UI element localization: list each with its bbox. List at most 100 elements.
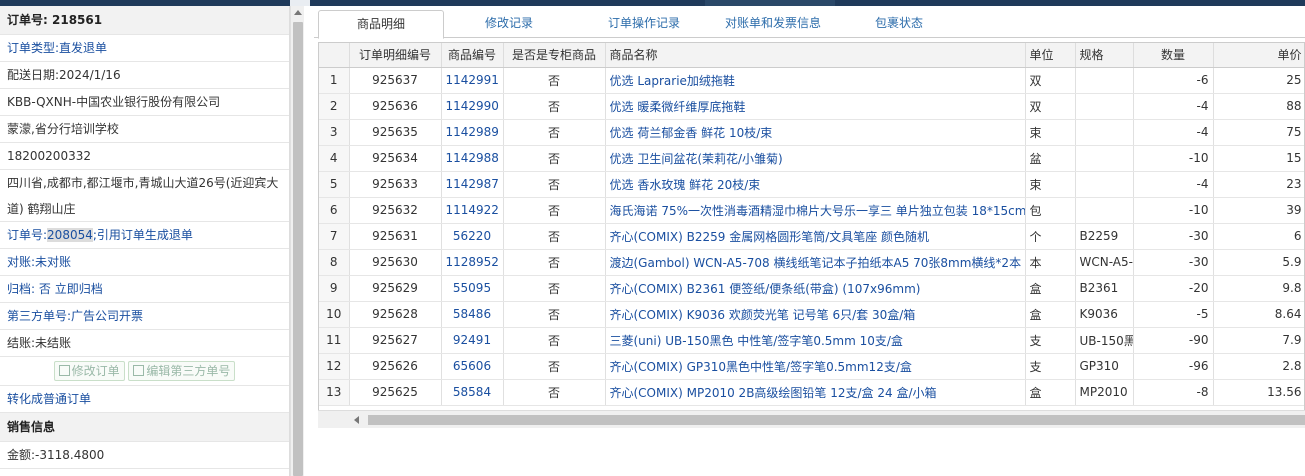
product-id-link[interactable]: 1142991 xyxy=(441,67,504,94)
product-id-link[interactable]: 1114922 xyxy=(441,197,504,224)
product-id-link[interactable]: 56220 xyxy=(441,223,504,250)
spec: B2259 xyxy=(1075,223,1134,250)
column-header[interactable]: 订单明细编号 xyxy=(349,43,442,68)
product-id-link[interactable]: 1142990 xyxy=(441,93,504,120)
table-row[interactable]: 12 925626 65606 否齐心(COMIX) GP310黑色中性笔/签字笔0.… xyxy=(319,353,1304,380)
product-id-link[interactable]: 1128952 xyxy=(441,249,504,276)
table-row[interactable]: 1 925637 1142991 否优选 Laprarie加绒拖鞋双 -6 25 xyxy=(319,67,1304,94)
product-name-link[interactable]: 三菱(uni) UB-150黑色 中性笔/签字笔0.5mm 10支/盒 xyxy=(605,327,1026,354)
table-row[interactable]: 13 925625 58584 否齐心(COMIX) MP2010 2B高级绘图铅笔 … xyxy=(319,379,1304,406)
row-number: 7 xyxy=(319,223,350,250)
table-row[interactable]: 3 925635 1142989 否优选 荷兰郁金香 鲜花 10枝/束束 -4 75 xyxy=(319,119,1304,146)
quantity: -10 xyxy=(1133,197,1214,224)
product-name-link[interactable]: 优选 香水玫瑰 鲜花 20枝/束 xyxy=(605,171,1026,198)
product-id-link[interactable]: 58486 xyxy=(441,301,504,328)
edit-third-party-button[interactable]: 编辑第三方单号 xyxy=(128,361,236,381)
product-name-link[interactable]: 齐心(COMIX) B2361 便签纸/便条纸(带盒) (107x96mm) xyxy=(605,275,1026,302)
column-header[interactable]: 单价 xyxy=(1213,43,1304,68)
scroll-left-arrow-icon[interactable] xyxy=(354,416,359,424)
tab-order-operations[interactable]: 订单操作记录 xyxy=(584,10,704,38)
column-header[interactable] xyxy=(319,43,350,68)
table-row[interactable]: 2 925636 1142990 否优选 暖柔微纤维厚底拖鞋双 -4 88 xyxy=(319,93,1304,120)
product-id-link[interactable]: 92491 xyxy=(441,327,504,354)
quantity: -90 xyxy=(1133,327,1214,354)
tab-reconciliation-invoice[interactable]: 对账单和发票信息 xyxy=(710,10,836,38)
unit-price: 2.8 xyxy=(1213,353,1304,380)
edit-icon xyxy=(58,365,70,376)
spec: MP2010 xyxy=(1075,379,1134,406)
tab-product-details[interactable]: 商品明细 xyxy=(318,10,444,39)
table-header-row: 订单明细编号 商品编号 是否是专柜商品 商品名称 单位 规格 数量 单价 xyxy=(319,43,1304,68)
counter-flag: 否 xyxy=(503,145,606,172)
action-buttons-row: 修改订单 编辑第三方单号 xyxy=(0,357,289,386)
product-detail-grid: 订单明细编号 商品编号 是否是专柜商品 商品名称 单位 规格 数量 单价 1 925637 114… xyxy=(318,42,1305,428)
column-header[interactable]: 商品编号 xyxy=(441,43,504,68)
column-header[interactable]: 规格 xyxy=(1075,43,1134,68)
convert-order-link[interactable]: 转化成普通订单 xyxy=(0,386,289,413)
edit-third-party-label: 编辑第三方单号 xyxy=(146,364,231,378)
spec xyxy=(1075,119,1134,146)
product-name-link[interactable]: 海氏海诺 75%一次性消毒酒精湿巾棉片大号乐一享三 单片独立包装 18*15cm xyxy=(605,197,1026,224)
order-type-label: 订单类型: xyxy=(7,41,60,55)
product-name-link[interactable]: 齐心(COMIX) B2259 金属网格圆形笔筒/文具笔座 颜色随机 xyxy=(605,223,1026,250)
unit-price: 25 xyxy=(1213,67,1304,94)
scrollbar-thumb[interactable] xyxy=(293,22,303,476)
quantity: -20 xyxy=(1133,275,1214,302)
scroll-up-arrow-icon[interactable] xyxy=(294,10,302,15)
reconciliation-value: 未对账 xyxy=(35,255,72,269)
order-number-value: 218561 xyxy=(52,13,103,27)
product-id-link[interactable]: 58584 xyxy=(441,379,504,406)
product-table: 订单明细编号 商品编号 是否是专柜商品 商品名称 单位 规格 数量 单价 1 925637 114… xyxy=(319,43,1304,406)
detail-id: 925628 xyxy=(349,301,442,328)
detail-id: 925632 xyxy=(349,197,442,224)
product-id-link[interactable]: 1142989 xyxy=(441,119,504,146)
detail-id: 925637 xyxy=(349,67,442,94)
spec xyxy=(1075,171,1134,198)
unit: 盒 xyxy=(1025,379,1076,406)
unit: 包 xyxy=(1025,197,1076,224)
product-name-link[interactable]: 齐心(COMIX) MP2010 2B高级绘图铅笔 12支/盒 24 盒/小箱 xyxy=(605,379,1026,406)
product-id-link[interactable]: 65606 xyxy=(441,353,504,380)
column-header[interactable]: 是否是专柜商品 xyxy=(503,43,606,68)
product-name-link[interactable]: 渡边(Gambol) WCN-A5-708 横线纸笔记本子拍纸本A5 70张8m… xyxy=(605,249,1026,276)
column-header[interactable]: 商品名称 xyxy=(605,43,1026,68)
left-panel-scrollbar[interactable] xyxy=(290,6,304,476)
product-name-link[interactable]: 齐心(COMIX) GP310黑色中性笔/签字笔0.5mm12支/盒 xyxy=(605,353,1026,380)
unit-price: 5.9 xyxy=(1213,249,1304,276)
table-row[interactable]: 5 925633 1142987 否优选 香水玫瑰 鲜花 20枝/束束 -4 23 xyxy=(319,171,1304,198)
grid-horizontal-scrollbar[interactable] xyxy=(318,410,1305,428)
table-row[interactable]: 11 925627 92491 否三菱(uni) UB-150黑色 中性笔/签字笔0.… xyxy=(319,327,1304,354)
product-id-link[interactable]: 1142988 xyxy=(441,145,504,172)
table-row[interactable]: 10 925628 58486 否齐心(COMIX) K9036 欢颜荧光笔 记号笔 … xyxy=(319,301,1304,328)
product-id-link[interactable]: 1142987 xyxy=(441,171,504,198)
table-row[interactable]: 8 925630 1128952 否渡边(Gambol) WCN-A5-708 横线纸… xyxy=(319,249,1304,276)
quantity: -4 xyxy=(1133,119,1214,146)
detail-id: 925633 xyxy=(349,171,442,198)
ref-order-link[interactable]: 208054 xyxy=(47,228,93,242)
sales-info-header: 销售信息 xyxy=(0,413,289,442)
row-number: 11 xyxy=(319,327,350,354)
column-header[interactable]: 数量 xyxy=(1133,43,1214,68)
tab-package-status[interactable]: 包裹状态 xyxy=(844,10,954,38)
product-name-link[interactable]: 优选 荷兰郁金香 鲜花 10枝/束 xyxy=(605,119,1026,146)
spec xyxy=(1075,67,1134,94)
row-number: 6 xyxy=(319,197,350,224)
product-name-link[interactable]: 优选 Laprarie加绒拖鞋 xyxy=(605,67,1026,94)
spec xyxy=(1075,197,1134,224)
table-row[interactable]: 4 925634 1142988 否优选 卫生间盆花(茉莉花/小雏菊) 盆 -10 15 xyxy=(319,145,1304,172)
product-name-link[interactable]: 齐心(COMIX) K9036 欢颜荧光笔 记号笔 6只/套 30盒/箱 xyxy=(605,301,1026,328)
product-name-link[interactable]: 优选 卫生间盆花(茉莉花/小雏菊) xyxy=(605,145,1026,172)
product-id-link[interactable]: 55095 xyxy=(441,275,504,302)
table-row[interactable]: 7 925631 56220 否齐心(COMIX) B2259 金属网格圆形笔筒/文具… xyxy=(319,223,1304,250)
modify-order-button[interactable]: 修改订单 xyxy=(53,361,125,381)
column-header[interactable]: 单位 xyxy=(1025,43,1076,68)
archive-now-link[interactable]: 否 立即归档 xyxy=(39,282,103,296)
product-name-link[interactable]: 优选 暖柔微纤维厚底拖鞋 xyxy=(605,93,1026,120)
tab-modify-history[interactable]: 修改记录 xyxy=(454,10,564,38)
table-row[interactable]: 9 925629 55095 否齐心(COMIX) B2361 便签纸/便条纸(带盒)… xyxy=(319,275,1304,302)
quantity: -30 xyxy=(1133,223,1214,250)
unit: 支 xyxy=(1025,327,1076,354)
horizontal-scrollbar-thumb[interactable] xyxy=(368,415,1305,425)
unit: 双 xyxy=(1025,93,1076,120)
table-row[interactable]: 6 925632 1114922 否海氏海诺 75%一次性消毒酒精湿巾棉片大号乐一享三… xyxy=(319,197,1304,224)
